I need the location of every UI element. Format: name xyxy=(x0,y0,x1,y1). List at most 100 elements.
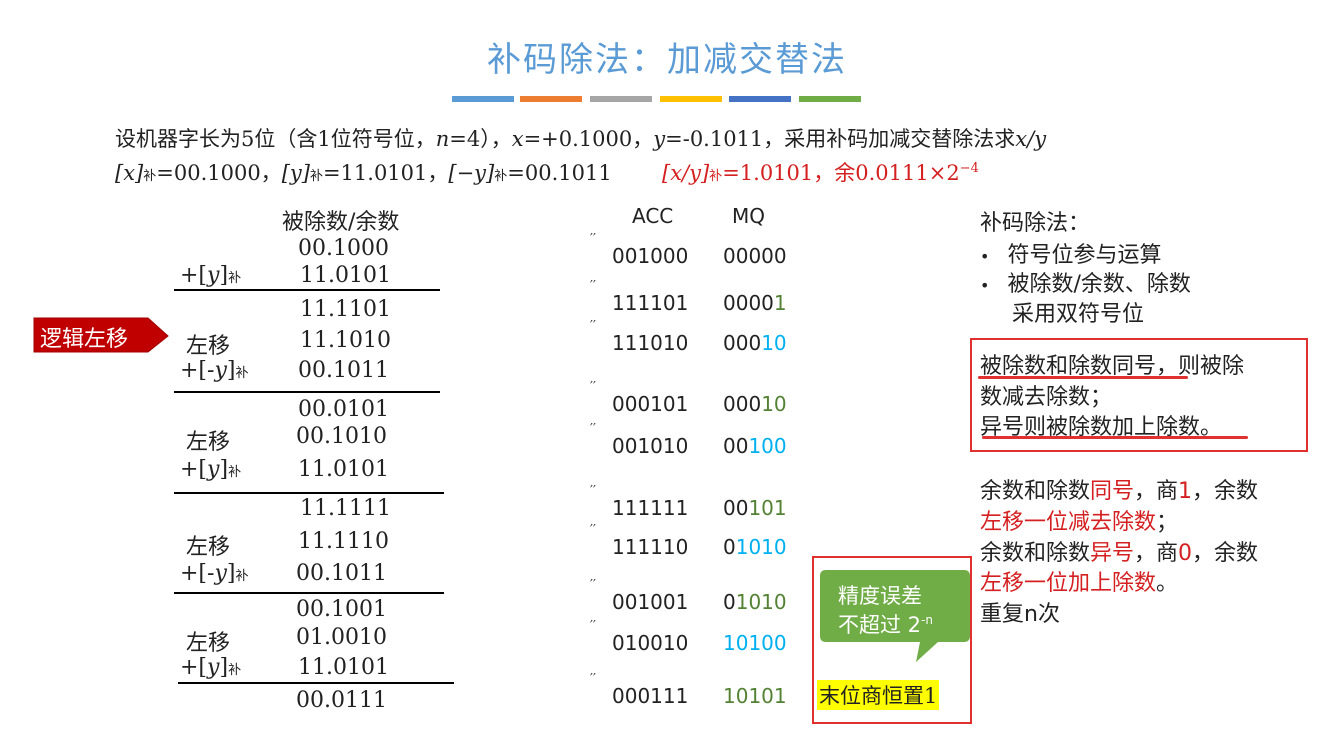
dividend-value: 00.0111 xyxy=(296,688,387,713)
divider-line xyxy=(174,289,440,291)
quotient-zero: 0 xyxy=(1178,541,1193,566)
step-mark: ′′ xyxy=(590,279,596,294)
diff-sign-a: 余数和除数 xyxy=(980,541,1091,566)
rule-bullet-continued: 采用双符号位 xyxy=(1012,302,1145,327)
rule-bullet: • 符号位参与运算 xyxy=(980,237,1161,269)
acc-header: ACC xyxy=(632,204,674,228)
same-sign-action: 左移一位减去除数； xyxy=(980,504,1178,536)
acc-value: 001010 xyxy=(612,434,689,458)
mq-segment: 00 xyxy=(723,496,749,520)
divider-line xyxy=(174,592,444,594)
mq-segment: 1 xyxy=(773,291,787,315)
same-sign-b: ，商 xyxy=(1134,479,1179,504)
mq-value: 01010 xyxy=(723,535,787,559)
step-mark: ′′ xyxy=(590,619,596,634)
mq-header: MQ xyxy=(732,204,765,228)
precision-line2-text: 不超过 2 xyxy=(838,613,922,637)
mq-segment: 10 xyxy=(761,392,787,416)
divider-line xyxy=(174,492,444,494)
label-var: y xyxy=(207,263,220,288)
dividend-value: 00.1011 xyxy=(296,561,387,586)
mq-value: 10101 xyxy=(723,684,787,708)
diff-sign-rule: 余数和除数异号，商0，余数 xyxy=(980,535,1258,567)
mq-value: 00010 xyxy=(723,392,787,416)
rule-bullet-text: 符号位参与运算 xyxy=(1007,243,1162,268)
x-complement-label: [x] xyxy=(115,161,144,185)
bu-sub: 补 xyxy=(228,271,242,286)
bu-sub: 补 xyxy=(235,366,249,381)
dividend-remainder-header: 被除数/余数 xyxy=(282,210,400,235)
semicolon: ； xyxy=(1156,510,1179,535)
underline-mark xyxy=(982,436,1248,439)
mq-segment: 10101 xyxy=(723,684,787,708)
label-prefix: +[ xyxy=(180,263,208,288)
mq-segment: 1010 xyxy=(735,590,787,614)
step-label: +[y]补 xyxy=(180,457,241,482)
dividend-value: 00.1010 xyxy=(296,424,387,449)
mq-segment: 0 xyxy=(723,535,736,559)
label-var: -y xyxy=(207,561,227,586)
mq-segment: 0 xyxy=(723,590,736,614)
bullet-dot: • xyxy=(980,276,990,295)
bu-sub: 补 xyxy=(235,569,249,584)
var-x: x xyxy=(511,127,524,151)
result-label: [x/y] xyxy=(662,161,710,185)
dividend-value: 11.0101 xyxy=(298,655,389,680)
title-color-bar xyxy=(590,96,652,102)
neg-y-complement-value: =00.1011 xyxy=(507,161,612,185)
problem-prefix: 设机器字长为5位（含1位符号位， xyxy=(115,127,436,151)
dividend-value: 11.1110 xyxy=(298,529,389,554)
mq-value: 01010 xyxy=(723,590,787,614)
diff-sign-b: ，商 xyxy=(1134,541,1179,566)
shift-add: 左移一位加上除数 xyxy=(980,571,1157,596)
dividend-value: 00.1001 xyxy=(296,597,387,622)
mq-value: 00101 xyxy=(723,496,787,520)
var-xy: x/y xyxy=(1015,127,1047,151)
dividend-value: 00.1011 xyxy=(298,358,389,383)
var-n: n xyxy=(435,127,450,151)
label-var: y xyxy=(207,655,220,680)
bu-sub: 补 xyxy=(228,663,242,678)
mq-segment: 000 xyxy=(723,331,762,355)
mq-segment: 00000 xyxy=(723,244,787,268)
mq-segment: 00 xyxy=(723,434,749,458)
label-bracket: ] xyxy=(226,561,236,586)
mq-value: 00001 xyxy=(723,291,787,315)
bu-sub: 补 xyxy=(143,169,157,184)
title-color-bar xyxy=(520,96,582,102)
step-label: +[y]补 xyxy=(180,655,241,680)
mq-value: 00100 xyxy=(723,434,787,458)
var-y: y xyxy=(653,127,666,151)
x-complement-value: =00.1000， xyxy=(156,161,282,185)
bullet-dot: • xyxy=(980,247,990,266)
same-sign-c: ，余数 xyxy=(1192,479,1259,504)
diff-sign-c: ，余数 xyxy=(1192,541,1259,566)
mq-segment: 100 xyxy=(748,434,787,458)
neg-y-complement-label: [−y] xyxy=(448,161,495,185)
y-complement-value: =11.0101， xyxy=(322,161,449,185)
last-bit-note: 末位商恒置1 xyxy=(817,680,940,710)
label-bracket: ] xyxy=(226,358,236,383)
dividend-value: 11.1111 xyxy=(300,496,391,521)
result: [x/y]补=1.0101，余0.0111×2−4 xyxy=(662,157,979,187)
logical-shift-tag-label: 逻辑左移 xyxy=(40,327,129,352)
step-label: 左移 xyxy=(186,535,231,560)
mq-value: 00010 xyxy=(723,331,787,355)
step-mark: ′′ xyxy=(590,672,596,687)
acc-value: 000101 xyxy=(612,392,689,416)
title-color-bar xyxy=(660,96,722,102)
dividend-value: 00.1000 xyxy=(298,236,389,261)
title-color-bar xyxy=(729,96,791,102)
precision-line2: 不超过 2-n xyxy=(838,609,933,639)
same-sign-a: 余数和除数 xyxy=(980,479,1091,504)
precision-exponent: -n xyxy=(921,613,933,627)
dividend-value: 11.1101 xyxy=(300,297,391,322)
dividend-value: 11.1010 xyxy=(300,328,391,353)
rule-bullet: • 被除数/余数、除数 xyxy=(980,266,1191,298)
diff-sign-highlight: 异号 xyxy=(1090,541,1135,566)
bu-sub: 补 xyxy=(309,169,323,184)
mq-segment: 101 xyxy=(748,496,787,520)
step-label: 左移 xyxy=(186,631,231,656)
mq-segment: 10 xyxy=(761,331,787,355)
label-prefix: +[ xyxy=(180,561,208,586)
